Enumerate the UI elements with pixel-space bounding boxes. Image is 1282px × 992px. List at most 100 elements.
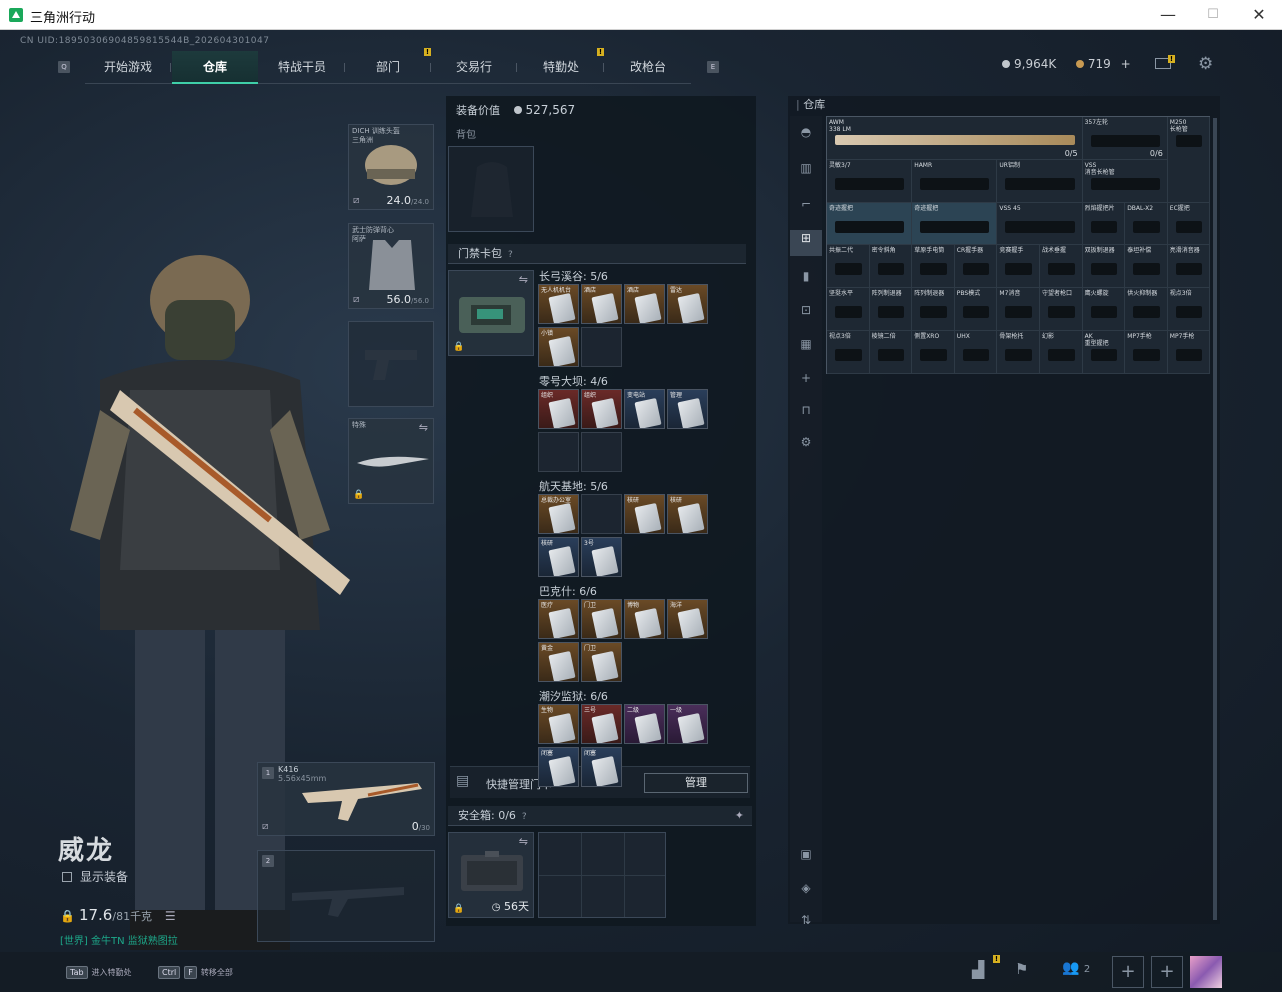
warehouse-item[interactable]: 坚挺水平 xyxy=(827,288,870,331)
helmet-filter-icon[interactable]: ◓ xyxy=(798,124,814,140)
warehouse-item[interactable]: M7消音 xyxy=(997,288,1040,331)
warehouse-item[interactable]: 357左轮 0/6 xyxy=(1082,117,1168,160)
attachment-filter-icon[interactable]: ⊞ xyxy=(790,230,822,256)
warehouse-item[interactable]: 幻影 xyxy=(1040,331,1083,374)
tab-trading[interactable]: 交易行 xyxy=(431,51,517,84)
secondary-weapon-slot[interactable]: 2 xyxy=(257,850,435,942)
warehouse-item[interactable]: MP7手枪 xyxy=(1125,331,1168,374)
stats-chart-icon[interactable]: ▟ xyxy=(972,960,984,979)
player-avatar[interactable] xyxy=(1190,956,1222,988)
keycard-item[interactable]: 雷达 xyxy=(667,284,708,324)
pin-icon[interactable]: ✦ xyxy=(735,806,744,826)
backpack-slot[interactable] xyxy=(448,146,534,232)
team-icon[interactable]: 👥 2 xyxy=(1062,960,1090,976)
warehouse-item[interactable]: 棱镜二倍 xyxy=(869,331,913,374)
add-icon[interactable]: + xyxy=(798,370,814,386)
tab-right-key[interactable]: E xyxy=(707,61,719,73)
keycard-item[interactable]: 闭塞 xyxy=(581,747,622,787)
primary-weapon-slot[interactable]: 1 K416 5.56x45mm ⧄ 0/30 xyxy=(257,762,435,836)
sort-icon[interactable]: ⇅ xyxy=(798,912,814,928)
keycard-item[interactable]: 小镇 xyxy=(538,327,579,367)
keycard-item[interactable]: 医疗 xyxy=(538,599,579,639)
warehouse-item[interactable]: 守望者枪口 xyxy=(1040,288,1083,331)
keycard-item[interactable]: 博物 xyxy=(624,599,665,639)
warehouse-item[interactable]: 鹰火螺旋 xyxy=(1082,288,1126,331)
tab-start-game[interactable]: 开始游戏 xyxy=(85,51,171,84)
settings-gear-icon[interactable]: ⚙ xyxy=(1198,54,1213,74)
tab-left-key[interactable]: Q xyxy=(58,61,70,73)
keycard-empty-slot[interactable] xyxy=(581,432,622,472)
warehouse-item[interactable]: DBAL-X2 xyxy=(1125,202,1168,246)
keycard-item[interactable]: 总裁办公室 xyxy=(538,494,579,534)
warehouse-item[interactable]: 共振二代 xyxy=(827,245,870,289)
keycard-item[interactable]: 门卫 xyxy=(581,599,622,639)
melee-slot[interactable]: 特殊 ⇋ 🔒 xyxy=(348,418,434,504)
warehouse-item[interactable]: 密令斜角 xyxy=(869,245,913,289)
tab-operators[interactable]: 特战干员 xyxy=(259,51,345,84)
keycard-item[interactable]: 生物 xyxy=(538,704,579,744)
keycard-item[interactable]: 核研 xyxy=(538,537,579,577)
keycard-item[interactable]: 核研 xyxy=(667,494,708,534)
keycard-item[interactable] xyxy=(581,494,622,534)
warehouse-item[interactable]: 亮滑消音器 xyxy=(1167,245,1211,289)
close-button[interactable]: ✕ xyxy=(1236,0,1282,30)
warehouse-item[interactable]: EC握把 xyxy=(1167,202,1211,246)
warehouse-item[interactable]: 阵列制退器 xyxy=(912,288,955,331)
list-icon[interactable]: ☰ xyxy=(165,909,176,923)
tab-warehouse[interactable]: 仓库 xyxy=(172,51,258,84)
medical-filter-icon[interactable]: ⊡ xyxy=(798,302,814,318)
warehouse-item[interactable]: VSS 45 xyxy=(997,202,1083,246)
keycard-empty-slot[interactable] xyxy=(581,327,622,367)
enter-special-ops-hint[interactable]: Tab 进入特勤处 xyxy=(66,966,132,979)
keycard-empty-slot[interactable] xyxy=(538,432,579,472)
keycard-item[interactable]: 二级 xyxy=(624,704,665,744)
checkbox-icon[interactable] xyxy=(62,872,72,882)
warehouse-item[interactable]: 奇迹握把 xyxy=(912,202,998,246)
keycard-item[interactable]: 闭塞 xyxy=(538,747,579,787)
settings-gear-icon[interactable]: ⚙ xyxy=(798,434,814,450)
tab-gunsmith[interactable]: 改枪台 xyxy=(605,51,691,84)
warehouse-item[interactable]: AK 重型握把 xyxy=(1082,331,1126,374)
show-equipment-toggle[interactable]: 显示装备 xyxy=(62,868,128,885)
ammo-filter-icon[interactable]: ▮ xyxy=(798,268,814,284)
keycard-item[interactable]: 组织 xyxy=(538,389,579,429)
warehouse-item[interactable]: 战术垂握 xyxy=(1040,245,1083,289)
warehouse-item[interactable]: 侧置XRO xyxy=(912,331,955,374)
warehouse-item[interactable]: MP7手枪 xyxy=(1167,331,1211,374)
warehouse-item[interactable]: 供火抑制器 xyxy=(1125,288,1168,331)
warehouse-item[interactable]: 视点3倍 xyxy=(1167,288,1211,331)
swap-icon[interactable]: ⇋ xyxy=(419,421,428,434)
warehouse-item[interactable]: 双扳制退器 xyxy=(1082,245,1126,289)
warehouse-item[interactable]: 烈焰握把片 xyxy=(1082,202,1126,246)
warehouse-item[interactable]: UR铝制 xyxy=(997,159,1083,203)
warehouse-item[interactable]: 骨架枪托 xyxy=(997,331,1040,374)
swap-icon[interactable]: ⇋ xyxy=(519,273,528,286)
keycard-item[interactable]: 黄金 xyxy=(538,642,579,682)
warehouse-item[interactable]: 竞赛握手 xyxy=(997,245,1040,289)
warehouse-item[interactable]: PBS模式 xyxy=(954,288,998,331)
tab-department[interactable]: 部门 xyxy=(345,51,431,84)
swap-icon[interactable]: ⇋ xyxy=(519,835,528,848)
keycard-item[interactable]: 核研 xyxy=(624,494,665,534)
helmet-slot[interactable]: DICH 训练头盔 三角洲 ⧄ 24.0/24.0 xyxy=(348,124,434,210)
keycard-item[interactable]: 酒店 xyxy=(624,284,665,324)
flag-icon[interactable]: ⚑ xyxy=(1015,960,1028,978)
warehouse-item[interactable]: M250 长枪管 xyxy=(1167,117,1211,203)
keycard-item[interactable]: 3号 xyxy=(581,537,622,577)
tab-special-ops[interactable]: 特勤处 xyxy=(518,51,604,84)
invite-slot-button[interactable]: + xyxy=(1151,956,1183,988)
gold-add-button[interactable]: + xyxy=(1121,57,1131,71)
lock-icon[interactable]: ⊓ xyxy=(798,402,814,418)
maximize-button[interactable]: ☐ xyxy=(1190,0,1236,30)
keycard-bag-slot[interactable]: ⇋ 🔒 xyxy=(448,270,534,356)
armor-slot[interactable]: 武士防弹背心 阿萨 ⧄ 56.0/56.0 xyxy=(348,223,434,309)
keycard-item[interactable]: 门卫 xyxy=(581,642,622,682)
layers-icon[interactable]: ◈ xyxy=(798,880,814,896)
keycard-item[interactable]: 变电站 xyxy=(624,389,665,429)
warehouse-item[interactable]: HAMR xyxy=(912,159,998,203)
warehouse-item[interactable]: UHX xyxy=(954,331,998,374)
keycard-item[interactable]: 无人机机台 xyxy=(538,284,579,324)
keycard-item[interactable]: 三号 xyxy=(581,704,622,744)
pistol-slot[interactable] xyxy=(348,321,434,407)
minimize-button[interactable]: — xyxy=(1145,0,1191,30)
